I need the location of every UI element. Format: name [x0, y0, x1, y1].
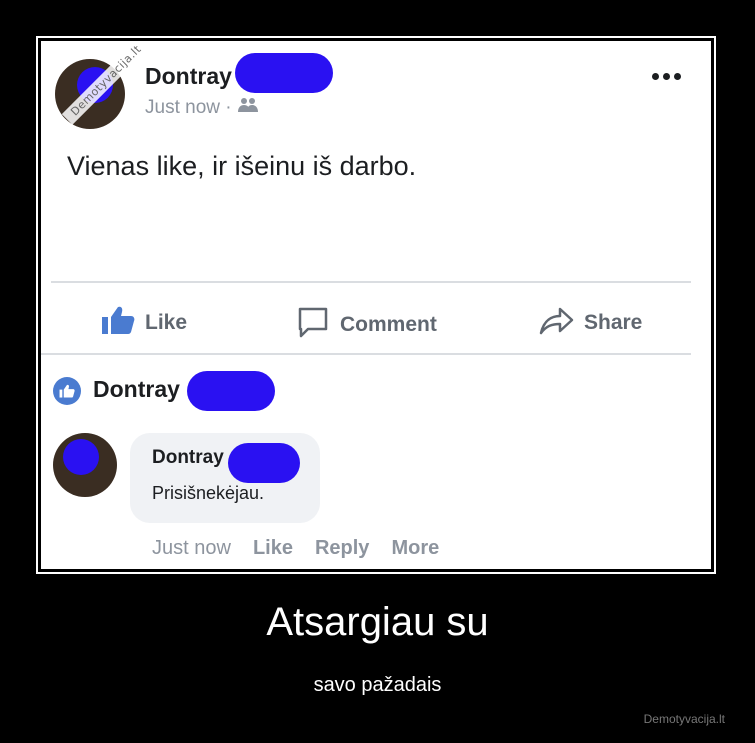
meta-separator: ·	[225, 97, 237, 119]
share-label: Share	[584, 311, 643, 334]
comment-label: Comment	[340, 313, 437, 336]
name-redaction	[235, 53, 333, 93]
comment-reply-link[interactable]: Reply	[315, 537, 369, 560]
caption-title: Atsargiau su	[266, 600, 489, 644]
divider-top	[51, 281, 691, 283]
comment-author[interactable]: Dontray	[152, 447, 224, 469]
divider-bottom	[41, 353, 691, 355]
post-author-name[interactable]: Dontray	[145, 63, 232, 90]
comment-like-link[interactable]: Like	[253, 537, 293, 560]
facebook-post: Demotyvacija.lt Dontray Just now · Viena…	[41, 41, 711, 569]
share-icon	[538, 305, 574, 341]
thumbs-up-icon	[101, 305, 135, 341]
post-meta: Just now ·	[145, 97, 259, 119]
site-label[interactable]: Demotyvacija.lt	[644, 712, 725, 726]
comment-name-redaction	[228, 443, 300, 483]
comment-icon	[296, 305, 330, 345]
avatar-redaction	[63, 439, 99, 475]
post-text: Vienas like, ir išeinu iš darbo.	[67, 151, 417, 181]
caption-subtitle: savo pažadais	[313, 674, 442, 696]
liker-name[interactable]: Dontray	[93, 376, 180, 403]
more-options-icon[interactable]	[652, 73, 681, 80]
share-button[interactable]: Share	[538, 305, 642, 341]
post-timestamp[interactable]: Just now	[145, 97, 220, 118]
liker-redaction	[187, 371, 275, 411]
comment-timestamp[interactable]: Just now	[152, 537, 231, 560]
commenter-avatar[interactable]	[53, 433, 117, 497]
poster-frame: Demotyvacija.lt Dontray Just now · Viena…	[36, 36, 716, 574]
comment-more-link[interactable]: More	[391, 537, 439, 560]
comment-text: Prisišnekėjau.	[152, 483, 265, 503]
like-reaction-icon	[53, 377, 81, 405]
comment-actions: Just now Like Reply More	[152, 537, 439, 560]
friends-icon	[237, 97, 259, 119]
like-button[interactable]: Like	[101, 305, 187, 341]
like-label: Like	[145, 311, 188, 334]
comment-button[interactable]: Comment	[296, 305, 437, 345]
